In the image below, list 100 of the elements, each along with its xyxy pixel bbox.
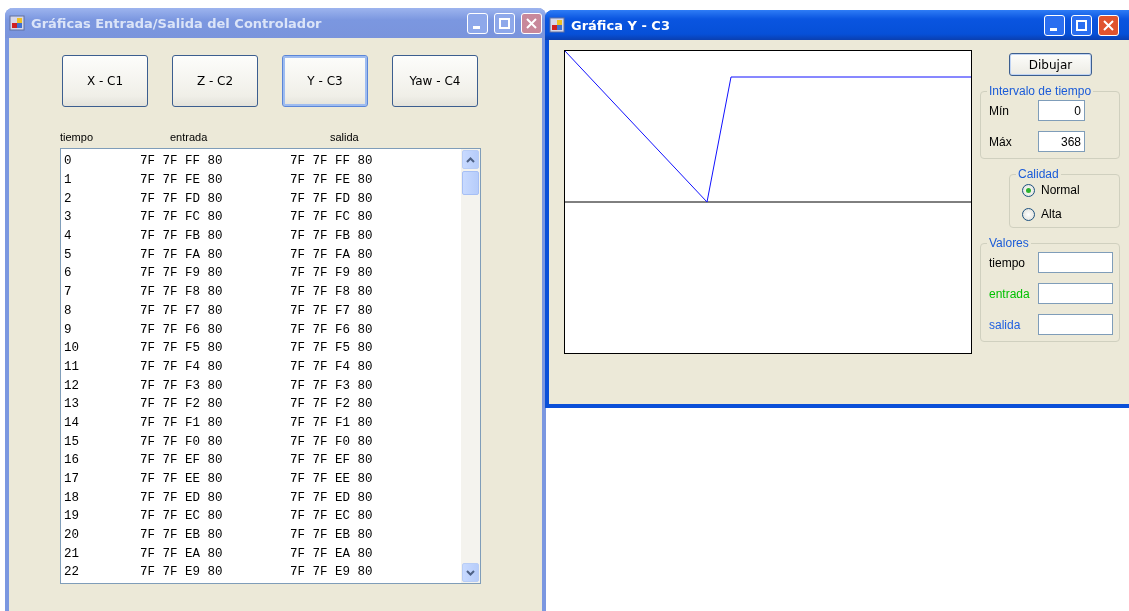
column-header: entrada bbox=[170, 131, 209, 145]
list-cell-text: 14 bbox=[64, 415, 80, 430]
list-cell-text: 7F 7F FA 80 bbox=[290, 247, 374, 262]
field-label: tiempo bbox=[989, 255, 1026, 270]
list-cell-text: 7F 7F F4 80 bbox=[290, 359, 374, 374]
list-cell-text: 17 bbox=[64, 472, 80, 487]
window-title: Gráfica Y - C3 bbox=[571, 17, 671, 33]
list-cell-text: 7F 7F F3 80 bbox=[290, 378, 374, 393]
channel-button[interactable]: Z - C2 bbox=[172, 55, 258, 107]
minimize-icon bbox=[1050, 27, 1057, 31]
list-cell-text: 20 bbox=[64, 528, 80, 543]
list-cell-text: 7F 7F FF 80 bbox=[140, 154, 224, 169]
list-cell-text: 7F 7F EC 80 bbox=[290, 509, 374, 524]
list-cell-text: 7F 7F F1 80 bbox=[140, 415, 224, 430]
list-cell-text: 7F 7F F1 80 bbox=[290, 415, 374, 430]
list-cell-text: 7F 7F F0 80 bbox=[140, 434, 224, 449]
draw-button[interactable]: Dibujar bbox=[1009, 53, 1092, 76]
channel-button[interactable]: X - C1 bbox=[62, 55, 148, 107]
list-cell-text: 7F 7F F6 80 bbox=[140, 322, 224, 337]
list-cell-text: 7F 7F FE 80 bbox=[140, 173, 224, 188]
list-cell-text: 7F 7F F9 80 bbox=[140, 266, 224, 281]
maximize-button[interactable] bbox=[1071, 14, 1092, 36]
close-icon bbox=[526, 17, 537, 29]
list-cell-text: 7F 7F F7 80 bbox=[140, 303, 224, 318]
list-cell-text: 0 bbox=[64, 154, 73, 169]
channel-button[interactable]: Yaw - C4 bbox=[392, 55, 478, 107]
group-title: Valores bbox=[988, 236, 1030, 250]
list-cell-text: 7F 7F ED 80 bbox=[140, 490, 224, 505]
list-cell-text: 3 bbox=[64, 210, 73, 225]
list-cell-text: 7F 7F EF 80 bbox=[290, 453, 374, 468]
list-cell-text: 16 bbox=[64, 453, 80, 468]
app-icon bbox=[9, 15, 25, 31]
list-cell-text: 8 bbox=[64, 303, 73, 318]
app-icon bbox=[549, 17, 565, 33]
list-cell-text: 7F 7F F5 80 bbox=[290, 341, 374, 356]
list-cell-text: 6 bbox=[64, 266, 73, 281]
field-label: salida bbox=[989, 317, 1021, 332]
list-cell-text: 7F 7F ED 80 bbox=[290, 490, 374, 505]
list-cell-text: 7F 7F F3 80 bbox=[140, 378, 224, 393]
list-cell-text: 4 bbox=[64, 229, 73, 244]
list-cell-text: 7F 7F F2 80 bbox=[290, 397, 374, 412]
list-cell-text: 12 bbox=[64, 378, 80, 393]
list-cell-text: 7F 7F F5 80 bbox=[140, 341, 224, 356]
minimize-button[interactable] bbox=[1044, 14, 1065, 36]
list-cell-text: 7F 7F EE 80 bbox=[290, 472, 374, 487]
list-cell-text: 7 bbox=[64, 285, 73, 300]
close-icon bbox=[1103, 19, 1114, 31]
list-cell-text: 7F 7F EB 80 bbox=[290, 528, 374, 543]
list-cell-text: 7F 7F FB 80 bbox=[140, 229, 224, 244]
list-cell-text: 13 bbox=[64, 397, 80, 412]
list-cell-text: 22 bbox=[64, 565, 80, 580]
list-cell-text: 7F 7F EA 80 bbox=[290, 546, 374, 561]
list-cell-text: 7F 7F F8 80 bbox=[140, 285, 224, 300]
radio-option[interactable]: Normal bbox=[1018, 183, 1113, 197]
list-cell-text: 7F 7F F0 80 bbox=[290, 434, 374, 449]
list-cell-text: 15 bbox=[64, 434, 80, 449]
list-cell-text: 7F 7F FC 80 bbox=[290, 210, 374, 225]
list-cell-text: 10 bbox=[64, 341, 80, 356]
list-cell-text: 7F 7F E9 80 bbox=[140, 565, 224, 580]
window-title: Gráficas Entrada/Salida del Controlador bbox=[31, 15, 323, 31]
column-header: salida bbox=[330, 131, 360, 145]
scrollbar[interactable] bbox=[461, 149, 480, 583]
list-cell-text: 2 bbox=[64, 191, 73, 206]
list-cell-text: 7F 7F F8 80 bbox=[290, 285, 374, 300]
field-label: Mín bbox=[989, 103, 1009, 118]
input-field[interactable] bbox=[1038, 252, 1113, 273]
list-cell-text: 9 bbox=[64, 322, 73, 337]
list-cell-text: 7F 7F E9 80 bbox=[290, 565, 374, 580]
input-field[interactable]: 368 bbox=[1038, 131, 1085, 152]
input-field[interactable] bbox=[1038, 283, 1113, 304]
group-title: Intervalo de tiempo bbox=[988, 84, 1093, 98]
maximize-button[interactable] bbox=[494, 12, 515, 34]
list-cell-text: 7F 7F EE 80 bbox=[140, 472, 224, 487]
field-label: Máx bbox=[989, 134, 1012, 149]
minimize-button[interactable] bbox=[467, 12, 488, 34]
input-field[interactable]: 0 bbox=[1038, 100, 1085, 121]
scroll-thumb[interactable] bbox=[462, 171, 479, 195]
list-cell-text: 19 bbox=[64, 509, 80, 524]
list-cell-text: 7F 7F EB 80 bbox=[140, 528, 224, 543]
list-cell-text: 7F 7F FB 80 bbox=[290, 229, 374, 244]
list-cell-text: 7F 7F F7 80 bbox=[290, 303, 374, 318]
scroll-down-button[interactable] bbox=[462, 563, 479, 582]
scroll-up-button[interactable] bbox=[462, 150, 479, 169]
caret-up-icon bbox=[466, 156, 475, 163]
list-cell-text: 7F 7F EA 80 bbox=[140, 546, 224, 561]
list-cell-text: 7F 7F EF 80 bbox=[140, 453, 224, 468]
radio-option[interactable]: Alta bbox=[1018, 207, 1113, 221]
list-cell-text: 1 bbox=[64, 173, 73, 188]
list-cell-text: 7F 7F FC 80 bbox=[140, 210, 224, 225]
close-button[interactable] bbox=[1098, 14, 1119, 36]
caret-down-icon bbox=[466, 569, 475, 576]
data-list[interactable] bbox=[60, 148, 481, 584]
list-cell-text: 18 bbox=[64, 490, 80, 505]
list-cell-text: 7F 7F F6 80 bbox=[290, 322, 374, 337]
list-cell-text: 7F 7F FE 80 bbox=[290, 173, 374, 188]
list-cell-text: 7F 7F F4 80 bbox=[140, 359, 224, 374]
list-cell-text: 21 bbox=[64, 546, 80, 561]
channel-button[interactable]: Y - C3 bbox=[282, 55, 368, 107]
close-button[interactable] bbox=[521, 12, 542, 34]
input-field[interactable] bbox=[1038, 314, 1113, 335]
